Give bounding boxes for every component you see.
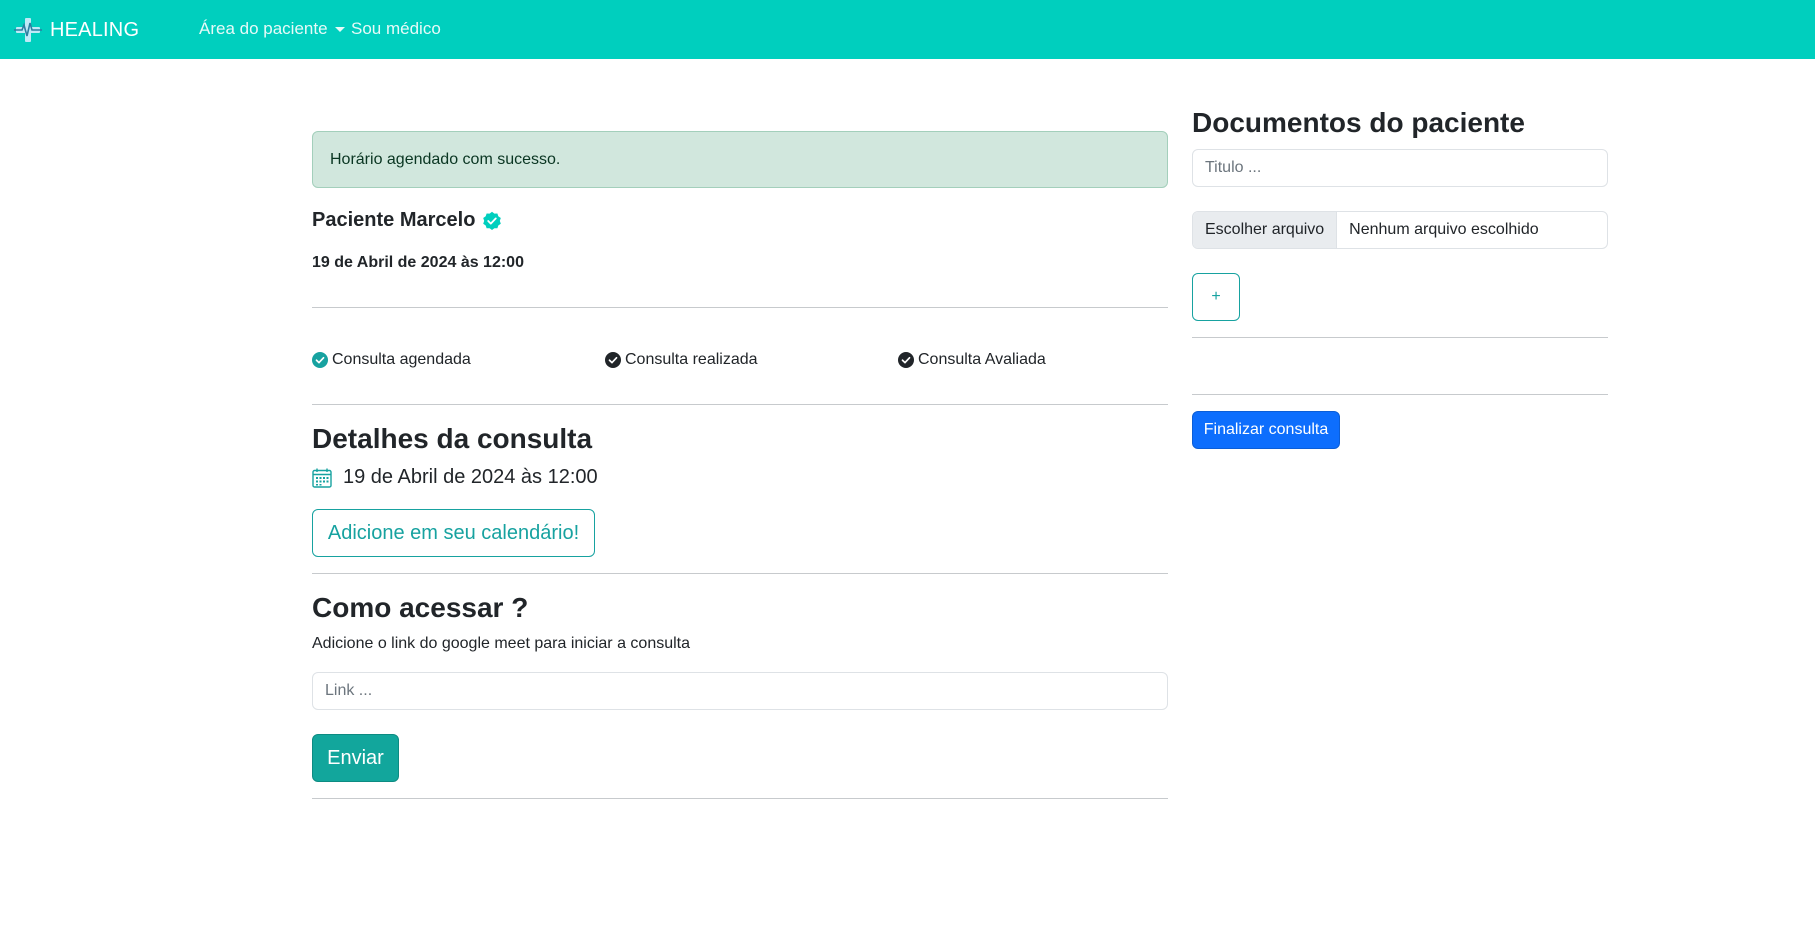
step-completed: Consulta realizada: [605, 351, 758, 369]
documents-title: Documentos do paciente: [1192, 107, 1525, 138]
calendar-icon: [312, 468, 332, 488]
add-to-calendar-button[interactable]: Adicione em seu calendário!: [312, 509, 595, 557]
caret-down-icon: [334, 26, 345, 32]
choose-file-button[interactable]: Escolher arquivo: [1193, 212, 1338, 248]
file-status: Nenhum arquivo escolhido: [1349, 221, 1539, 238]
access-title: Como acessar ?: [312, 592, 529, 623]
details-date-text: 19 de Abril de 2024 às 12:00: [343, 466, 598, 488]
success-alert-text: Horário agendado com sucesso.: [330, 150, 561, 168]
access-help-text: Adicione o link do google meet para inic…: [312, 635, 691, 652]
check-circle-icon: [898, 352, 914, 368]
divider: [1192, 394, 1608, 395]
patient-heading: Paciente Marcelo: [312, 209, 502, 232]
success-alert: Horário agendado com sucesso.: [312, 131, 1168, 188]
nav-doctor-label: Sou médico: [351, 19, 441, 38]
step-scheduled-label: Consulta agendada: [332, 351, 471, 368]
nav-patient-area-dropdown[interactable]: Área do paciente: [199, 19, 345, 39]
appointment-datetime: 19 de Abril de 2024 às 12:00: [312, 254, 524, 271]
send-button[interactable]: Enviar: [312, 734, 399, 782]
file-input[interactable]: Escolher arquivo Nenhum arquivo escolhid…: [1192, 211, 1608, 249]
divider: [1192, 337, 1608, 338]
heartbeat-logo-icon: [14, 18, 42, 42]
divider: [312, 573, 1168, 574]
add-document-button[interactable]: +: [1192, 273, 1240, 321]
divider: [312, 404, 1168, 405]
check-circle-icon: [605, 352, 621, 368]
details-title: Detalhes da consulta: [312, 423, 593, 454]
top-navbar: HEALING Área do paciente Sou médico: [0, 0, 1815, 59]
step-completed-label: Consulta realizada: [625, 351, 758, 368]
divider: [312, 798, 1168, 799]
step-scheduled: Consulta agendada: [312, 351, 471, 369]
brand-name: HEALING: [50, 18, 140, 41]
step-evaluated-label: Consulta Avaliada: [918, 351, 1046, 368]
verified-badge-icon: [483, 211, 502, 230]
divider: [312, 307, 1168, 308]
details-date: 19 de Abril de 2024 às 12:00: [312, 466, 598, 489]
check-circle-icon: [312, 352, 328, 368]
brand[interactable]: HEALING: [14, 16, 139, 44]
meet-link-input[interactable]: Link ...: [312, 672, 1168, 710]
step-evaluated: Consulta Avaliada: [898, 351, 1046, 369]
patient-name: Paciente Marcelo: [312, 209, 476, 231]
finalize-consultation-button[interactable]: Finalizar consulta: [1192, 411, 1340, 449]
document-title-input[interactable]: Titulo ...: [1192, 149, 1608, 187]
nav-doctor-link[interactable]: Sou médico: [351, 19, 441, 39]
nav-patient-area-label: Área do paciente: [199, 19, 328, 38]
